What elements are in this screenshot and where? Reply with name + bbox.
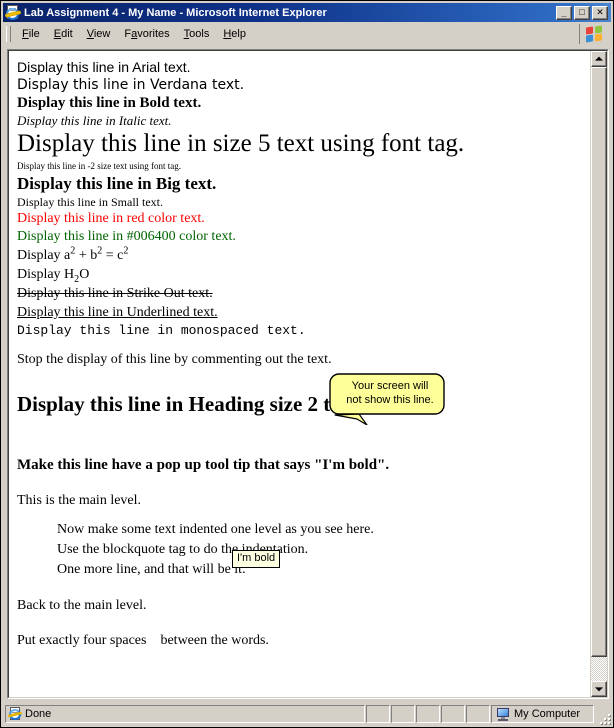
scrollbar-thumb[interactable] — [591, 67, 607, 657]
ie-document-icon — [4, 4, 22, 21]
menu-item-edit[interactable]: Edit — [47, 26, 80, 43]
superscript-mid: + b — [75, 248, 98, 263]
line-italic-text: Display this line in Italic text. — [17, 113, 172, 128]
line-comment-text: Stop the display of this line by comment… — [17, 352, 332, 367]
document-body: Display this line in Arial text. Display… — [9, 51, 590, 697]
status-empty-pane — [366, 705, 390, 723]
blockquote-line: Use the blockquote tag to do the indenta… — [57, 542, 309, 557]
scroll-up-arrow-icon — [595, 56, 603, 61]
vertical-scrollbar[interactable] — [590, 51, 607, 697]
line-verdana-text: Display this line in Verdana text. — [17, 77, 245, 93]
status-empty-pane — [441, 705, 465, 723]
window-title: Lab Assignment 4 - My Name - Microsoft I… — [24, 6, 327, 19]
window-controls: _ □ ✕ — [556, 5, 608, 20]
scrollbar-track[interactable] — [591, 67, 607, 681]
blockquote-block: Now make some text indented one level as… — [57, 520, 584, 580]
blockquote-line: Now make some text indented one level as… — [57, 522, 374, 537]
line-small-text: Display this line in Small text. — [17, 195, 163, 209]
title-bar[interactable]: Lab Assignment 4 - My Name - Microsoft I… — [3, 3, 611, 22]
line-red-color-text: Display this line in red color text. — [17, 211, 205, 226]
status-empty-pane — [466, 705, 490, 723]
menu-item-tools[interactable]: Tools — [177, 26, 217, 43]
menu-item-favorites[interactable]: Favorites — [117, 26, 176, 43]
scroll-up-button[interactable] — [591, 51, 607, 67]
status-text: Done — [25, 708, 52, 720]
windows-flag-logo-icon — [585, 25, 603, 43]
status-pane: Done — [5, 705, 365, 723]
content-frame: Display this line in Arial text. Display… — [7, 49, 609, 699]
line-strikeout-text: Display this line in Strike Out text. — [17, 286, 213, 301]
tooltip-popup: I'm bold — [232, 550, 281, 568]
line-size5-text: Display this line in size 5 text using f… — [17, 130, 465, 157]
line-bold-text: Display this line in Bold text. — [17, 95, 202, 111]
minimize-button[interactable]: _ — [556, 5, 572, 20]
maximize-button[interactable]: □ — [574, 5, 590, 20]
status-bar: Done My Computer — [3, 703, 611, 725]
line-tooltip-host[interactable]: Make this line have a pop up tool tip th… — [17, 455, 584, 475]
superscript-exp-3: 2 — [123, 245, 129, 257]
line-monospaced-text: Display this line in monospaced text. — [17, 323, 306, 338]
menu-item-view[interactable]: View — [80, 26, 118, 43]
line-back-to-main-level: Back to the main level. — [17, 598, 147, 613]
line-four-spaces: Put exactly four spaces between the word… — [17, 631, 584, 650]
menu-item-file[interactable]: File — [15, 26, 47, 43]
line-main-level: This is the main level. — [17, 493, 142, 508]
subscript-prefix: Display H — [17, 267, 75, 282]
security-zone-pane[interactable]: My Computer — [491, 705, 594, 723]
four-spaces-before: Put exactly four spaces — [17, 633, 147, 648]
menu-bar: File Edit View Favorites Tools Help — [3, 23, 611, 46]
content-frame-inner: Display this line in Arial text. Display… — [8, 50, 608, 698]
heading-size-2: Display this line in Heading size 2 text… — [17, 392, 363, 416]
security-zone-text: My Computer — [514, 708, 581, 720]
status-empty-pane — [416, 705, 440, 723]
superscript-prefix: Display a — [17, 248, 71, 263]
close-icon: ✕ — [596, 7, 604, 17]
four-spaces-gap — [146, 633, 160, 648]
four-spaces-after: between the words. — [160, 633, 269, 648]
subscript-suffix: O — [79, 267, 90, 282]
minimize-icon: _ — [561, 7, 567, 18]
line-underlined-text: Display this line in Underlined text. — [17, 305, 218, 320]
resize-grip[interactable] — [595, 705, 611, 725]
ie-branding-button[interactable] — [579, 24, 608, 44]
scroll-down-arrow-icon — [595, 687, 603, 692]
line-subscript-text: Display H2O — [17, 265, 584, 284]
scroll-down-button[interactable] — [591, 681, 607, 697]
line-superscript-text: Display a2 + b2 = c2 — [17, 246, 584, 265]
browser-window: Lab Assignment 4 - My Name - Microsoft I… — [0, 0, 614, 728]
close-button[interactable]: ✕ — [592, 5, 608, 20]
menu-item-help[interactable]: Help — [216, 26, 253, 43]
line-green-color-text: Display this line in #006400 color text. — [17, 229, 236, 244]
monitor-icon — [495, 706, 511, 722]
ie-document-icon — [7, 707, 23, 721]
line-size-minus2-text: Display this line in -2 size text using … — [17, 161, 181, 171]
menu-drag-grip[interactable] — [6, 26, 11, 42]
maximize-icon: □ — [579, 7, 585, 17]
status-empty-pane — [391, 705, 415, 723]
superscript-eq: = c — [102, 248, 124, 263]
blockquote-line: One more line, and that will be it. — [57, 562, 246, 577]
line-arial-text: Display this line in Arial text. — [17, 59, 191, 75]
line-big-text: Display this line in Big text. — [17, 174, 217, 193]
